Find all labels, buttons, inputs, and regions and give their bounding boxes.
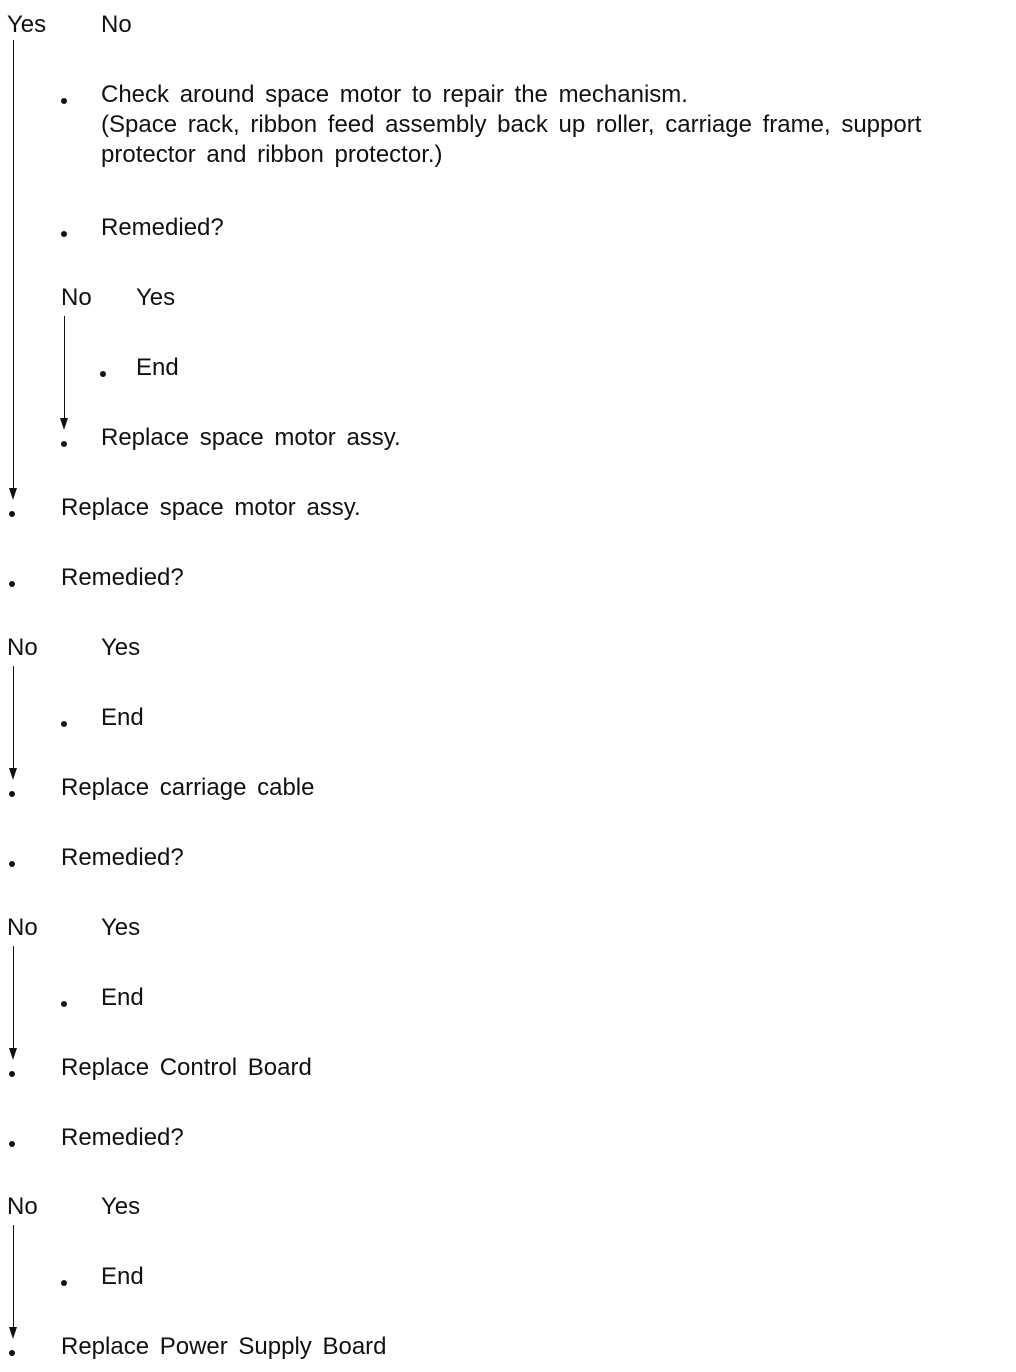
replace-cable-text: Replace carriage cable — [61, 774, 315, 801]
branch-4-yes-label: Yes — [101, 1193, 141, 1220]
branch-3-end-bullet — [61, 1001, 67, 1007]
branch-4-arrow-shaft — [13, 1225, 14, 1331]
branch-4-no-label: No — [7, 1193, 38, 1220]
inner-replace-text: Replace space motor assy. — [101, 424, 401, 451]
yes-arrow-shaft — [13, 40, 14, 492]
branch-2-arrow-shaft — [13, 666, 14, 772]
remedied-4-text: Remedied? — [61, 1124, 184, 1151]
replace-control-bullet — [9, 1071, 15, 1077]
branch-2-end-text: End — [101, 704, 144, 731]
branch-1-no-label: No — [61, 284, 92, 311]
check-text-line3: protector and ribbon protector.) — [101, 141, 443, 168]
replace-power-bullet — [9, 1350, 15, 1356]
branch-2-yes-label: Yes — [101, 634, 141, 661]
replace-cable-bullet — [9, 791, 15, 797]
branch-1-arrow-head — [60, 418, 68, 430]
branch-3-arrow-head — [9, 1048, 17, 1060]
replace-control-text: Replace Control Board — [61, 1054, 312, 1081]
branch-3-arrow-shaft — [13, 946, 14, 1052]
remedied-3-text: Remedied? — [61, 844, 184, 871]
branch-2-end-bullet — [61, 721, 67, 727]
remedied-3-bullet — [9, 861, 15, 867]
remedied-1-text: Remedied? — [101, 214, 224, 241]
branch-2-arrow-head — [9, 768, 17, 780]
inner-replace-bullet — [61, 441, 67, 447]
check-text-line2: (Space rack, ribbon feed assembly back u… — [101, 111, 922, 138]
top-yes-label: Yes — [7, 11, 47, 38]
branch-3-yes-label: Yes — [101, 914, 141, 941]
branch-4-end-bullet — [61, 1280, 67, 1286]
remedied-1-bullet — [61, 231, 67, 237]
branch-1-arrow-shaft — [64, 316, 65, 422]
remedied-2-text: Remedied? — [61, 564, 184, 591]
remedied-2-bullet — [9, 581, 15, 587]
yes-arrow-head — [9, 488, 17, 500]
check-bullet — [61, 98, 67, 104]
branch-3-no-label: No — [7, 914, 38, 941]
replace-power-text: Replace Power Supply Board — [61, 1333, 387, 1360]
outer-replace-bullet — [9, 511, 15, 517]
remedied-4-bullet — [9, 1141, 15, 1147]
branch-1-yes-label: Yes — [136, 284, 176, 311]
branch-3-end-text: End — [101, 984, 144, 1011]
branch-2-no-label: No — [7, 634, 38, 661]
branch-1-end-text: End — [136, 354, 179, 381]
branch-4-arrow-head — [9, 1327, 17, 1339]
outer-replace-text: Replace space motor assy. — [61, 494, 361, 521]
check-text-line1: Check around space motor to repair the m… — [101, 81, 688, 108]
branch-1-end-bullet — [100, 371, 106, 377]
top-no-label: No — [101, 11, 132, 38]
branch-4-end-text: End — [101, 1263, 144, 1290]
